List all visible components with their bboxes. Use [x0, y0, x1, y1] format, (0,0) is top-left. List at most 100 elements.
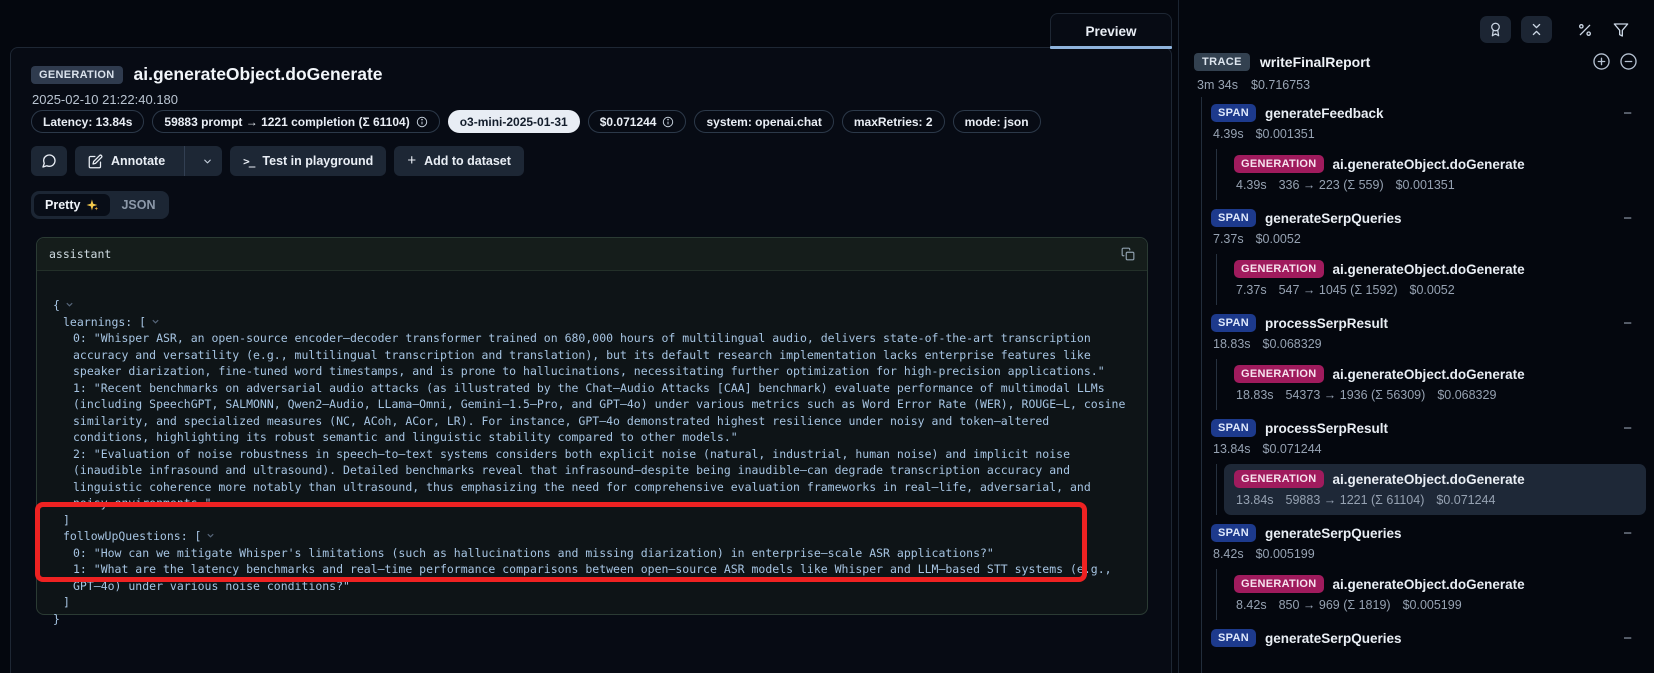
annotation-queue-button[interactable]: [1480, 16, 1511, 43]
tree-generation-row[interactable]: GENERATIONai.generateObject.doGenerate8.…: [1224, 569, 1646, 620]
pill-label: 59883 prompt → 1221 completion (Σ 61104): [164, 115, 409, 129]
span-type-badge: SPAN: [1211, 314, 1256, 332]
tab-pretty-label: Pretty: [45, 198, 80, 212]
tree-span-row[interactable]: SPANprocessSerpResult−: [1211, 418, 1654, 438]
show-metrics-button[interactable]: [1572, 16, 1598, 43]
tree-span-row[interactable]: SPANgenerateSerpQueries−: [1211, 628, 1654, 648]
tab-preview[interactable]: Preview: [1050, 13, 1172, 48]
span-name: generateSerpQueries: [1265, 526, 1402, 541]
span-type-badge: SPAN: [1211, 419, 1256, 437]
collapse-chevron-icon[interactable]: [151, 314, 160, 331]
tree-child-group: GENERATIONai.generateObject.doGenerate18…: [1216, 359, 1654, 410]
info-icon[interactable]: [416, 116, 428, 128]
chevrons-down-up-icon: [1529, 22, 1544, 37]
collapse-node-icon[interactable]: −: [1623, 525, 1632, 542]
collapse-node-icon[interactable]: −: [1623, 420, 1632, 437]
info-icon[interactable]: [662, 116, 674, 128]
tab-active-indicator: [1050, 46, 1172, 49]
span-type-badge: SPAN: [1211, 629, 1256, 647]
metric-value: 4.39s: [1213, 127, 1244, 143]
collapse-node-icon[interactable]: −: [1623, 210, 1632, 227]
collapse-chevron-icon[interactable]: [65, 297, 74, 314]
tab-json-label: JSON: [121, 198, 155, 212]
generation-type-badge: GENERATION: [1234, 470, 1324, 488]
metadata-pill: 59883 prompt → 1221 completion (Σ 61104): [152, 110, 439, 133]
metadata-pill: system: openai.chat: [694, 110, 833, 133]
span-metrics: 8.42s$0.005199: [1213, 547, 1654, 563]
json-key-learnings: learnings: [: [53, 314, 1131, 331]
tree-span-row[interactable]: SPANgenerateFeedback−: [1211, 103, 1654, 123]
collapse-node-icon[interactable]: −: [1623, 630, 1632, 647]
collapse-node-icon[interactable]: −: [1623, 315, 1632, 332]
tree-span-row[interactable]: SPANgenerateSerpQueries−: [1211, 523, 1654, 543]
tree-child-group: GENERATIONai.generateObject.doGenerate4.…: [1216, 149, 1654, 200]
generation-type-badge: GENERATION: [1234, 575, 1324, 593]
metric-value: $0.001351: [1396, 178, 1455, 194]
pill-label: $0.071244: [600, 115, 657, 129]
tab-pretty[interactable]: Pretty: [34, 194, 110, 216]
annotate-split-divider: [184, 146, 185, 176]
output-json-viewer: {learnings: [0: "Whisper ASR, an open-so…: [37, 271, 1147, 635]
span-type-badge: SPAN: [1211, 209, 1256, 227]
tree-generation-row[interactable]: GENERATIONai.generateObject.doGenerate7.…: [1224, 254, 1646, 305]
trace-type-badge: TRACE: [1194, 53, 1250, 71]
generation-metrics: 8.42s850 → 969 (Σ 1819)$0.005199: [1236, 598, 1636, 614]
collapse-chevron-icon[interactable]: [206, 528, 215, 545]
metadata-pill: $0.071244: [588, 110, 687, 133]
metric-value: 59883 → 1221 (Σ 61104): [1286, 493, 1425, 509]
metadata-pill: Latency: 13.84s: [31, 110, 144, 133]
generation-name: ai.generateObject.doGenerate: [1333, 472, 1525, 487]
comment-icon: [41, 153, 57, 169]
metric-value: $0.005199: [1403, 598, 1462, 614]
annotate-dropdown-chevron[interactable]: [193, 146, 222, 176]
tree-indent-guide: [1201, 97, 1202, 673]
copy-icon[interactable]: [1121, 247, 1135, 261]
trace-cost: $0.716753: [1251, 78, 1310, 92]
json-array-item: 0: "How can we mitigate Whisper's limita…: [53, 545, 1131, 562]
tree-generation-row-selected[interactable]: GENERATIONai.generateObject.doGenerate13…: [1224, 464, 1646, 515]
metric-value: $0.071244: [1263, 442, 1322, 458]
collapse-tree-icon[interactable]: [1619, 52, 1638, 71]
generation-head: GENERATION ai.generateObject.doGenerate: [1234, 469, 1636, 489]
percent-icon: [1577, 22, 1593, 38]
playground-button[interactable]: >_ Test in playground: [230, 146, 386, 176]
generation-type-badge: GENERATION: [1234, 365, 1324, 383]
span-metrics: 13.84s$0.071244: [1213, 442, 1654, 458]
tree-span-row[interactable]: SPANgenerateSerpQueries−: [1211, 208, 1654, 228]
generation-name: ai.generateObject.doGenerate: [1333, 367, 1525, 382]
json-array-item: 1: "Recent benchmarks on adversarial aud…: [53, 380, 1131, 446]
generation-metrics: 4.39s336 → 223 (Σ 559)$0.001351: [1236, 178, 1636, 194]
tab-json[interactable]: JSON: [110, 194, 166, 216]
pill-label: o3-mini-2025-01-31: [460, 115, 568, 129]
annotate-button[interactable]: Annotate: [75, 146, 222, 176]
trace-span-tree: SPANgenerateFeedback−4.39s$0.001351GENER…: [1179, 97, 1654, 673]
output-role-label: assistant: [49, 247, 111, 261]
json-array-item: 1: "What are the latency benchmarks and …: [53, 561, 1131, 594]
trace-root-row[interactable]: TRACE writeFinalReport: [1194, 52, 1638, 71]
metric-value: $0.005199: [1256, 547, 1315, 563]
metric-value: 850 → 969 (Σ 1819): [1279, 598, 1391, 614]
metric-value: 7.37s: [1236, 283, 1267, 299]
json-key-followUpQuestions: followUpQuestions: [: [53, 528, 1131, 545]
metric-value: 336 → 223 (Σ 559): [1279, 178, 1384, 194]
output-role-header: assistant: [37, 238, 1147, 271]
award-icon: [1488, 22, 1503, 37]
comment-button[interactable]: [31, 146, 67, 176]
collapse-node-icon[interactable]: −: [1623, 105, 1632, 122]
tree-generation-row[interactable]: GENERATIONai.generateObject.doGenerate18…: [1224, 359, 1646, 410]
json-array-item: 2: "Evaluation of noise robustness in sp…: [53, 446, 1131, 512]
tree-span-row[interactable]: SPANprocessSerpResult−: [1211, 313, 1654, 333]
metric-value: 7.37s: [1213, 232, 1244, 248]
add-to-dataset-button[interactable]: + Add to dataset: [394, 146, 524, 176]
metric-value: $0.068329: [1263, 337, 1322, 353]
metric-value: $0.001351: [1256, 127, 1315, 143]
sparkles-icon: [86, 199, 99, 212]
generation-name: ai.generateObject.doGenerate: [1333, 157, 1525, 172]
expand-all-icon[interactable]: [1592, 52, 1611, 71]
tree-generation-row[interactable]: GENERATIONai.generateObject.doGenerate4.…: [1224, 149, 1646, 200]
model-pill: o3-mini-2025-01-31: [448, 110, 580, 133]
metric-value: $0.0052: [1410, 283, 1455, 299]
filter-button[interactable]: [1608, 16, 1634, 43]
collapse-all-button[interactable]: [1521, 16, 1552, 43]
view-mode-tabs: Pretty JSON: [31, 191, 169, 219]
